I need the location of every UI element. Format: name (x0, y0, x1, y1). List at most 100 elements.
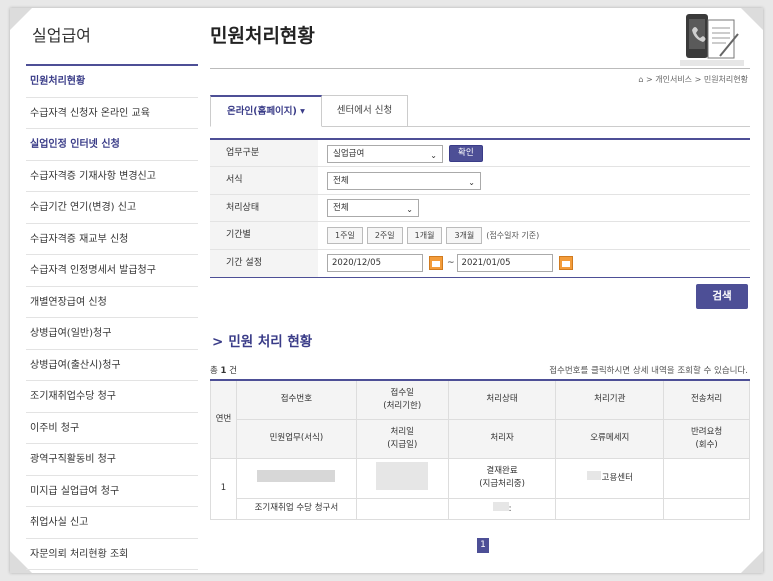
sidebar-item-relocation[interactable]: 이주비 청구 (26, 413, 198, 444)
confirm-button[interactable]: 확인 (449, 145, 483, 162)
col-complaint-form: 민원업무(서식) (235, 418, 357, 459)
sidebar: 실업급여 민원처리현황 수급자격 신청자 온라인 교육 실업인정 인터넷 신청 … (26, 8, 198, 570)
table-header-row: 민원업무(서식) 처리일 (지급일) 처리자 오류메세지 반려요청 (회수) (211, 418, 750, 459)
col-status: 처리상태 (447, 379, 557, 420)
col-error-message: 오류메세지 (555, 418, 665, 459)
table-header-row: 연번 접수번호 접수일 (처리기한) 처리상태 처리기관 전송처리 (210, 379, 750, 459)
status-select[interactable]: 전체 ⌄ (327, 199, 419, 218)
period-hint: (접수일자 기준) (486, 231, 540, 241)
section-title: > 민원 처리 현황 (212, 330, 312, 350)
date-range-label: 기간 설정 (210, 249, 318, 277)
col-process-date: 처리일 (지급일) (355, 418, 449, 459)
sidebar-item-unpaid-benefit[interactable]: 미지급 실업급여 청구 (26, 476, 198, 507)
count-value: 1 (220, 366, 227, 376)
sidebar-title: 실업급여 (26, 8, 198, 66)
corner-fold (741, 8, 763, 30)
sidebar-item-certificate-reissue[interactable]: 수급자격증 재교부 신청 (26, 224, 198, 255)
calendar-icon[interactable] (429, 256, 443, 271)
count-prefix: 총 (210, 366, 218, 376)
sidebar-item-statement-request[interactable]: 수급자격 인정명세서 발급청구 (26, 255, 198, 287)
col-receipt-number: 접수번호 (235, 379, 357, 420)
row-error-message (555, 497, 665, 520)
sidebar-item-job-search-expense[interactable]: 광역구직활동비 청구 (26, 444, 198, 476)
result-note: 접수번호를 클릭하시면 상세 내역을 조회할 수 있습니다. (549, 366, 748, 376)
row-form-name: 조기재취업 수당 청구서 (235, 497, 357, 520)
processor-tail: : (508, 503, 512, 514)
form-row-business-type: 업무구분 실업급여 ⌄ 확인 (210, 140, 750, 168)
row-processor: : (447, 497, 557, 520)
sidebar-item-unemployment-recognition[interactable]: 실업인정 인터넷 신청 (26, 129, 198, 161)
redacted-block (376, 461, 429, 490)
sidebar-item-online-education[interactable]: 수급자격 신청자 온라인 교육 (26, 98, 198, 129)
form-type-value: 전체 (333, 175, 349, 186)
sidebar-item-certificate-change[interactable]: 수급자격증 기재사항 변경신고 (26, 161, 198, 192)
search-button[interactable]: 검색 (696, 284, 748, 309)
redacted-block (257, 469, 336, 482)
sidebar-item-sickness-maternity[interactable]: 상병급여(출산시)청구 (26, 350, 198, 381)
row-agency: 고용센터 (555, 457, 665, 499)
chevron-right-icon: > (212, 334, 224, 350)
start-date-input[interactable]: 2020/12/05 (327, 254, 423, 273)
sidebar-item-sickness-general[interactable]: 상병급여(일반)청구 (26, 318, 198, 350)
period-2weeks-button[interactable]: 2주일 (366, 227, 403, 245)
form-type-select[interactable]: 전체 ⌄ (327, 171, 481, 190)
col-transmission: 전송처리 (663, 379, 750, 420)
calendar-icon[interactable] (558, 256, 573, 271)
tab-online[interactable]: 온라인(홈페이지) ▾ (210, 95, 322, 127)
receipt-number-link[interactable] (235, 457, 357, 499)
results-table: 연번 접수번호 접수일 (처리기한) 처리상태 처리기관 전송처리 민원업무(서… (210, 379, 750, 520)
row-index: 1 (210, 457, 237, 520)
redacted-block (586, 471, 601, 480)
end-date-input[interactable]: 2021/01/05 (456, 254, 553, 273)
form-row-period: 기간별 1주일 2주일 1개월 3개월 (접수일자 기준) (210, 222, 750, 250)
home-icon[interactable]: ⌂ (638, 75, 643, 84)
business-type-select[interactable]: 실업급여 ⌄ (327, 144, 443, 163)
breadcrumb-path[interactable]: > 개인서비스 > 민원처리현황 (646, 75, 748, 84)
form-row-date-range: 기간 설정 2020/12/05 ~ 2021/01/05 (210, 249, 750, 277)
chevron-down-icon: ⌄ (406, 205, 413, 215)
row-transmission (663, 457, 750, 499)
date-separator: ~ (447, 258, 455, 269)
page-frame: 실업급여 민원처리현황 수급자격 신청자 온라인 교육 실업인정 인터넷 신청 … (10, 8, 763, 573)
table-row: 조기재취업 수당 청구서 : (211, 497, 750, 520)
status-value: 전체 (333, 203, 349, 214)
result-count: 총 1 건 (210, 364, 237, 376)
table-row[interactable]: 1 결재완료 (지급처리중) 고용센터 (210, 457, 750, 520)
chevron-down-icon: ⌄ (468, 177, 475, 187)
period-3months-button[interactable]: 3개월 (446, 227, 483, 245)
tab-bar: 온라인(홈페이지) ▾ 센터에서 신청 (210, 95, 750, 127)
agency-name: 고용센터 (601, 473, 633, 483)
col-agency: 처리기관 (555, 379, 665, 420)
form-row-form-type: 서식 전체 ⌄ (210, 167, 750, 195)
row-process-date (355, 497, 449, 520)
title-divider (210, 68, 750, 69)
page-1-button[interactable]: 1 (477, 538, 489, 553)
row-return-request (663, 497, 750, 520)
col-receipt-date: 접수일 (처리기한) (355, 379, 449, 420)
business-type-value: 실업급여 (333, 148, 365, 159)
receipt-date (355, 457, 449, 499)
tab-center[interactable]: 센터에서 신청 (322, 95, 408, 127)
period-1week-button[interactable]: 1주일 (327, 227, 363, 245)
chevron-down-icon: ⌄ (430, 150, 437, 160)
period-1month-button[interactable]: 1개월 (406, 227, 443, 245)
count-suffix: 건 (229, 366, 237, 376)
sidebar-item-complaint-status[interactable]: 민원처리현황 (26, 66, 198, 98)
section-title-text: 민원 처리 현황 (228, 334, 313, 350)
period-label: 기간별 (210, 222, 318, 249)
business-type-label: 업무구분 (210, 140, 318, 167)
page-title: 민원처리현황 (210, 25, 315, 47)
sidebar-item-period-extension[interactable]: 수급기간 연기(변경) 신고 (26, 192, 198, 224)
sidebar-item-employment-report[interactable]: 취업사실 신고 (26, 507, 198, 539)
col-processor: 처리자 (447, 418, 557, 459)
status-label: 처리상태 (210, 194, 318, 222)
form-type-label: 서식 (210, 167, 318, 194)
sidebar-item-advisory-status[interactable]: 자문의뢰 처리현황 조회 (26, 539, 198, 570)
redacted-block (492, 501, 509, 511)
corner-fold (741, 551, 763, 573)
col-return-request: 반려요청 (회수) (663, 418, 750, 459)
sidebar-item-individual-extension[interactable]: 개별연장급여 신청 (26, 287, 198, 318)
row-status: 결재완료 (지급처리중) (447, 457, 557, 499)
sidebar-item-early-reemployment[interactable]: 조기재취업수당 청구 (26, 381, 198, 413)
phone-document-illustration-icon (680, 14, 744, 66)
